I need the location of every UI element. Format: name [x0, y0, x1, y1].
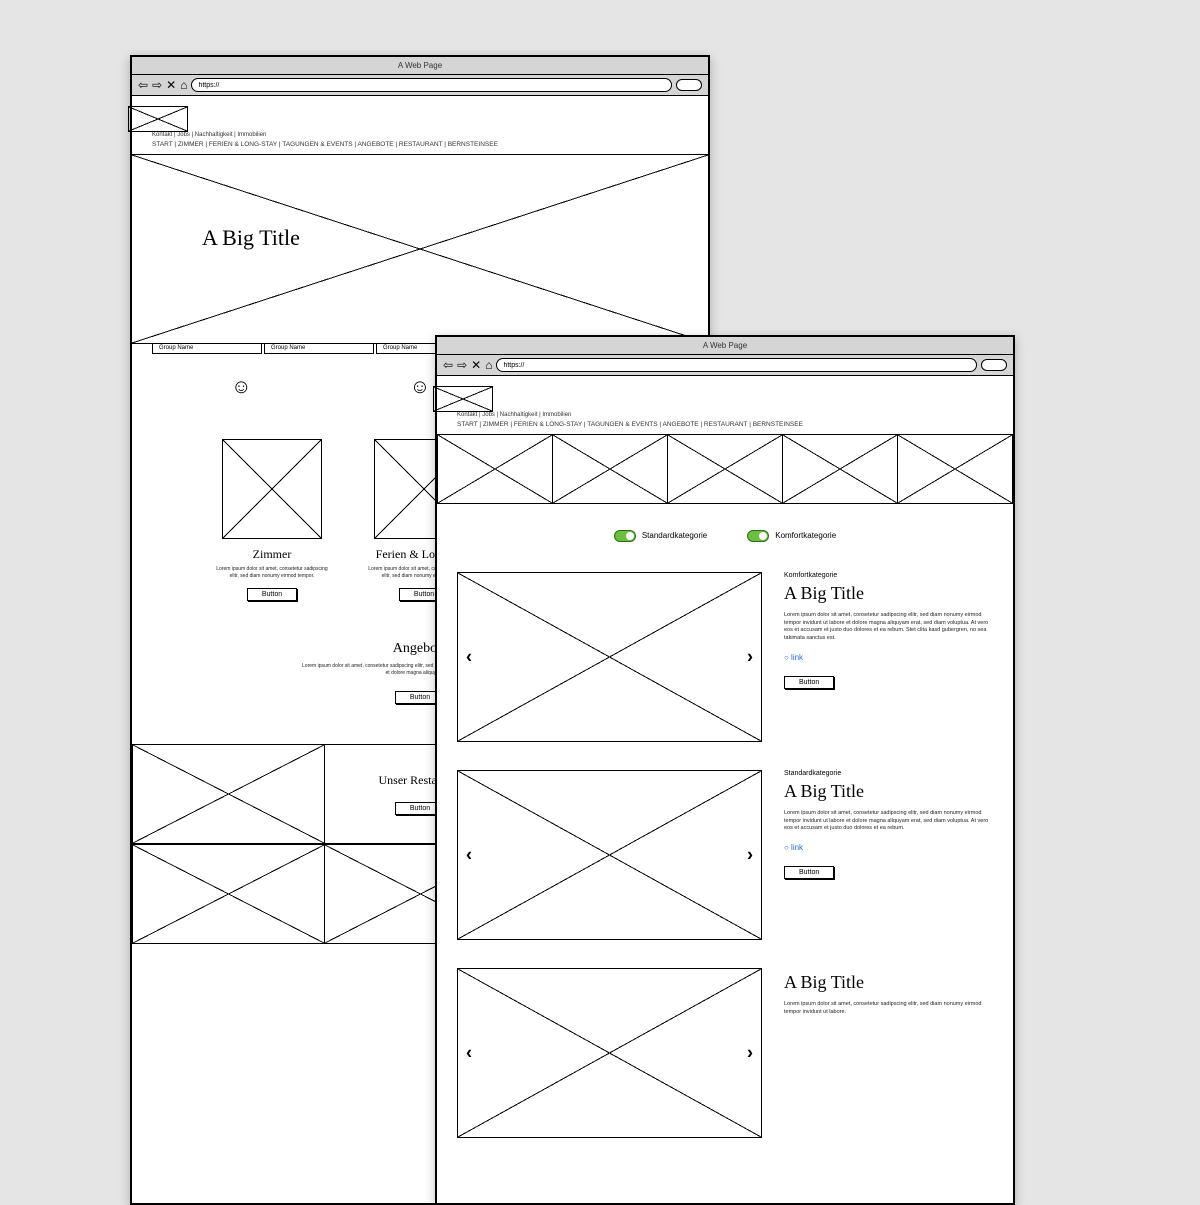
gallery-image — [667, 434, 782, 504]
category-image — [222, 439, 322, 539]
room-title: A Big Title — [784, 583, 993, 604]
room-desc: Lorem ipsum dolor sit amet, consetetur s… — [784, 1001, 993, 1016]
category-desc: Lorem ipsum dolor sit amet, consetetur s… — [212, 566, 332, 580]
window-title: A Web Page — [437, 337, 1013, 355]
home-icon[interactable]: ⌂ — [180, 79, 187, 91]
room-carousel[interactable]: ‹ › — [457, 968, 762, 1138]
chevron-right-icon[interactable]: › — [747, 647, 753, 668]
restaurant-image — [132, 844, 324, 944]
browser-toolbar: ⇦ ⇨ ✕ ⌂ — [132, 75, 708, 96]
url-input[interactable] — [496, 358, 977, 372]
gallery-image — [437, 434, 552, 504]
category-title: Zimmer — [212, 547, 332, 562]
home-icon[interactable]: ⌂ — [485, 359, 492, 371]
restaurant-image — [132, 744, 324, 844]
toggle-standard[interactable]: Standardkategorie — [614, 530, 707, 542]
room-link[interactable]: ○ link — [784, 653, 993, 662]
url-input[interactable] — [191, 78, 672, 92]
back-icon[interactable]: ⇦ — [443, 359, 453, 371]
tab-group[interactable]: Group Name — [264, 343, 374, 354]
room-desc: Lorem ipsum dolor sit amet, consetetur s… — [784, 612, 993, 643]
top-links[interactable]: Kontakt | Jobs | Nachhaltigkeit | Immobi… — [152, 132, 688, 138]
room-card: ‹ › A Big Title Lorem ipsum dolor sit am… — [457, 968, 993, 1138]
stop-icon[interactable]: ✕ — [166, 79, 176, 91]
browser-toolbar: ⇦ ⇨ ✕ ⌂ — [437, 355, 1013, 376]
toggle-comfort[interactable]: Komfortkategorie — [747, 530, 836, 542]
room-carousel[interactable]: ‹ › — [457, 572, 762, 742]
chevron-right-icon[interactable]: › — [747, 845, 753, 866]
main-nav[interactable]: START | ZIMMER | FERIEN & LONG-STAY | TA… — [152, 141, 688, 148]
logo-placeholder — [433, 386, 493, 412]
room-button[interactable]: Button — [784, 676, 834, 689]
room-category: Komfortkategorie — [784, 572, 993, 579]
gallery-strip — [437, 434, 1013, 504]
room-title: A Big Title — [784, 781, 993, 802]
stop-icon[interactable]: ✕ — [471, 359, 481, 371]
back-icon[interactable]: ⇦ — [138, 79, 148, 91]
room-title: A Big Title — [784, 972, 993, 993]
chevron-left-icon[interactable]: ‹ — [466, 647, 472, 668]
main-nav[interactable]: START | ZIMMER | FERIEN & LONG-STAY | TA… — [457, 421, 993, 428]
smiley-icon: ☺ — [410, 376, 430, 399]
gallery-image — [897, 434, 1013, 504]
top-links[interactable]: Kontakt | Jobs | Nachhaltigkeit | Immobi… — [457, 412, 993, 418]
room-card: ‹ › Standardkategorie A Big Title Lorem … — [457, 770, 993, 940]
category-button[interactable]: Button — [247, 588, 297, 601]
forward-icon[interactable]: ⇨ — [457, 359, 467, 371]
hero-title: A Big Title — [202, 225, 300, 251]
category-card-zimmer: Zimmer Lorem ipsum dolor sit amet, conse… — [212, 439, 332, 601]
room-button[interactable]: Button — [784, 866, 834, 879]
toolbar-pill[interactable] — [981, 359, 1007, 371]
room-card: ‹ › Komfortkategorie A Big Title Lorem i… — [457, 572, 993, 742]
tab-group[interactable]: Group Name — [152, 343, 262, 354]
chevron-left-icon[interactable]: ‹ — [466, 845, 472, 866]
room-category: Standardkategorie — [784, 770, 993, 777]
gallery-image — [782, 434, 897, 504]
chevron-right-icon[interactable]: › — [747, 1043, 753, 1064]
chevron-left-icon[interactable]: ‹ — [466, 1043, 472, 1064]
gallery-image — [552, 434, 667, 504]
forward-icon[interactable]: ⇨ — [152, 79, 162, 91]
room-carousel[interactable]: ‹ › — [457, 770, 762, 940]
hero-image: A Big Title — [132, 154, 708, 344]
wireframe-window-rooms: A Web Page ⇦ ⇨ ✕ ⌂ Kontakt | Jobs | Nach… — [435, 335, 1015, 1205]
room-link[interactable]: ○ link — [784, 843, 993, 852]
filter-toggles: Standardkategorie Komfortkategorie — [457, 530, 993, 542]
window-title: A Web Page — [132, 57, 708, 75]
logo-placeholder — [128, 106, 188, 132]
room-desc: Lorem ipsum dolor sit amet, consetetur s… — [784, 810, 993, 833]
toolbar-pill[interactable] — [676, 79, 702, 91]
smiley-icon: ☺ — [231, 376, 251, 399]
